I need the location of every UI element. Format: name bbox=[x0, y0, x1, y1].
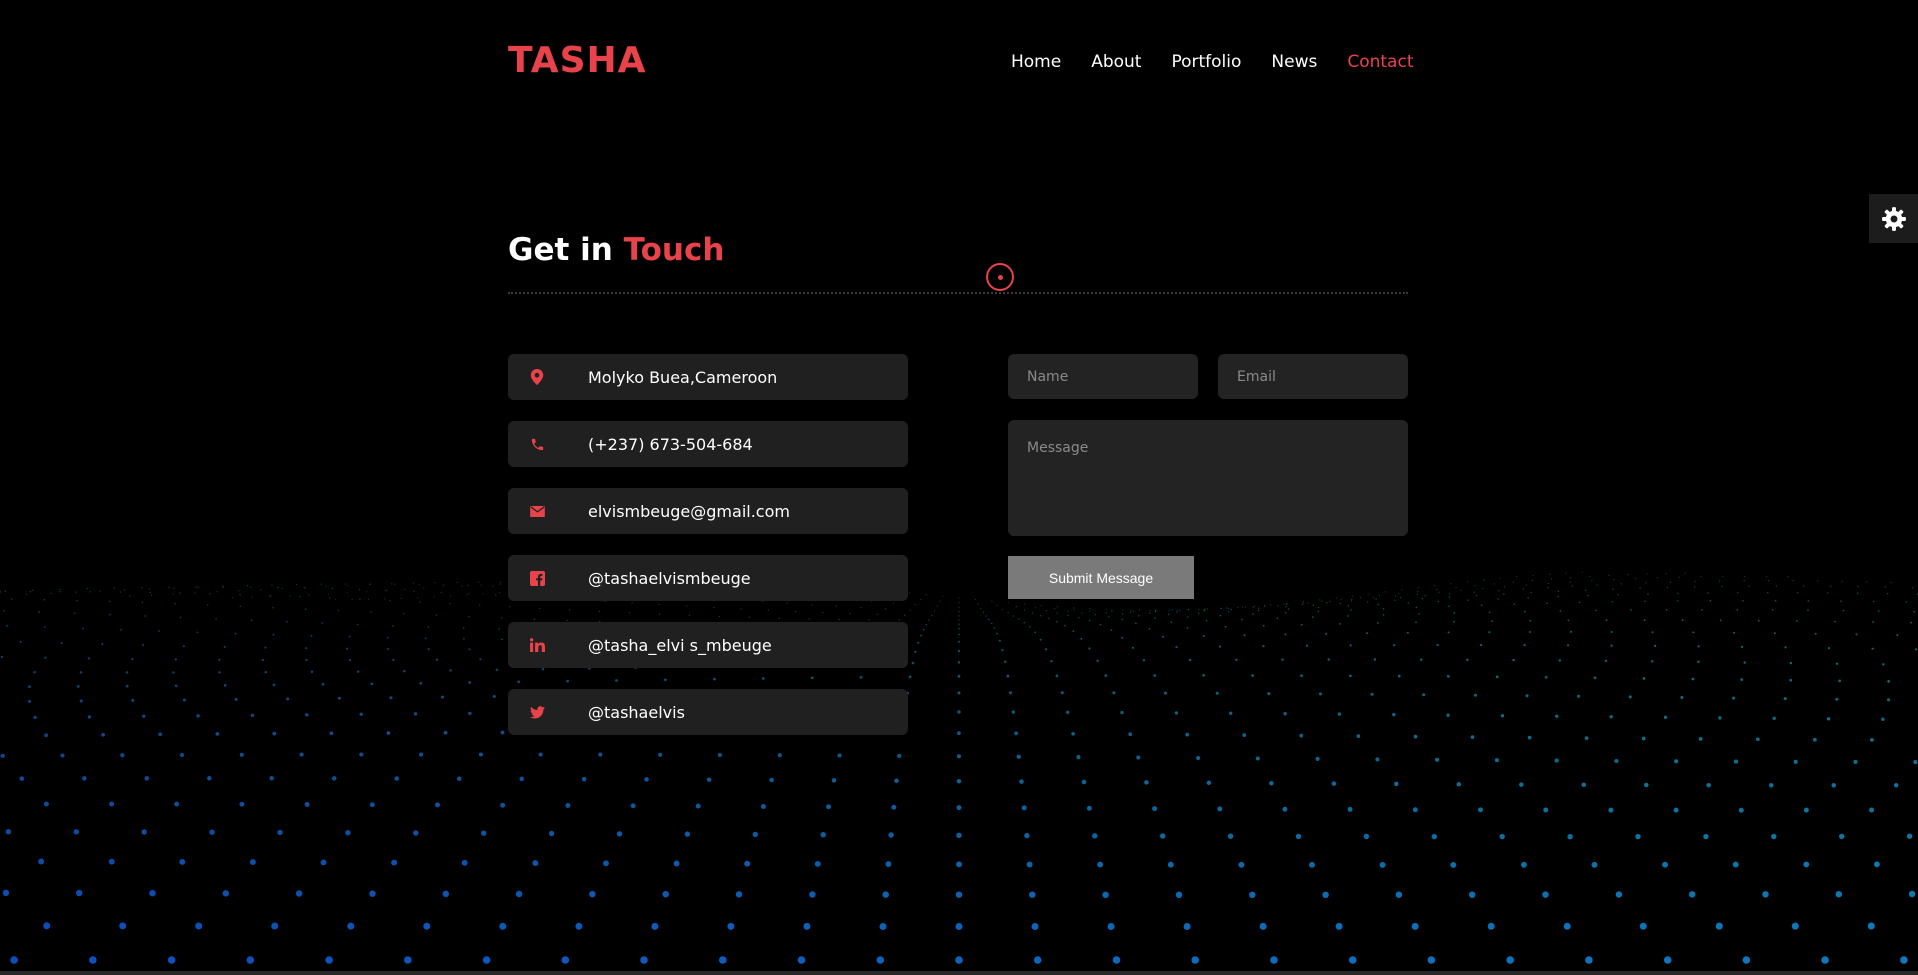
contact-info-twitter: @tashaelvis bbox=[508, 689, 908, 735]
facebook-text[interactable]: @tashaelvismbeuge bbox=[588, 569, 751, 588]
envelope-icon bbox=[530, 505, 564, 517]
message-textarea[interactable] bbox=[1008, 420, 1408, 536]
contact-info-list: Molyko Buea,Cameroon (+237) 673-504-684 … bbox=[508, 354, 908, 756]
site-logo[interactable]: TASHA bbox=[508, 40, 647, 81]
contact-info-address: Molyko Buea,Cameroon bbox=[508, 354, 908, 400]
particle-wave-background bbox=[0, 571, 1918, 964]
cursor-circle bbox=[986, 263, 1014, 291]
settings-toggle-button[interactable] bbox=[1869, 194, 1918, 243]
contact-info-facebook: @tashaelvismbeuge bbox=[508, 555, 908, 601]
facebook-icon bbox=[530, 570, 564, 586]
nav-portfolio[interactable]: Portfolio bbox=[1171, 52, 1241, 72]
phone-text: (+237) 673-504-684 bbox=[588, 434, 753, 454]
map-pin-icon bbox=[530, 369, 564, 385]
nav-home[interactable]: Home bbox=[1011, 52, 1061, 72]
nav-contact[interactable]: Contact bbox=[1347, 52, 1413, 72]
section-title: Get in Touch bbox=[508, 232, 724, 268]
nav-news[interactable]: News bbox=[1271, 52, 1317, 72]
address-text: Molyko Buea,Cameroon bbox=[588, 367, 778, 387]
twitter-text[interactable]: @tashaelvis bbox=[588, 703, 685, 722]
name-input[interactable] bbox=[1008, 354, 1198, 399]
contact-info-email: elvismbeuge@gmail.com bbox=[508, 488, 908, 534]
bottom-scrollbar-track bbox=[0, 971, 1918, 975]
linkedin-text[interactable]: @tasha_elvi s_mbeuge bbox=[588, 636, 772, 655]
contact-info-linkedin: @tasha_elvi s_mbeuge bbox=[508, 622, 908, 668]
email-text[interactable]: elvismbeuge@gmail.com bbox=[588, 502, 790, 521]
main-nav: Home About Portfolio News Contact bbox=[1011, 52, 1413, 72]
submit-message-button[interactable]: Submit Message bbox=[1008, 556, 1194, 599]
contact-info-phone: (+237) 673-504-684 bbox=[508, 421, 908, 467]
contact-form: Submit Message bbox=[1008, 354, 1408, 599]
section-title-accent: Touch bbox=[623, 232, 725, 268]
phone-icon bbox=[530, 437, 564, 452]
twitter-icon bbox=[530, 705, 564, 719]
linkedin-icon bbox=[530, 638, 564, 652]
section-divider bbox=[508, 292, 1408, 294]
email-input[interactable] bbox=[1218, 354, 1408, 399]
nav-about[interactable]: About bbox=[1091, 52, 1141, 72]
gear-icon bbox=[1881, 206, 1906, 231]
section-title-plain: Get in bbox=[508, 232, 613, 268]
